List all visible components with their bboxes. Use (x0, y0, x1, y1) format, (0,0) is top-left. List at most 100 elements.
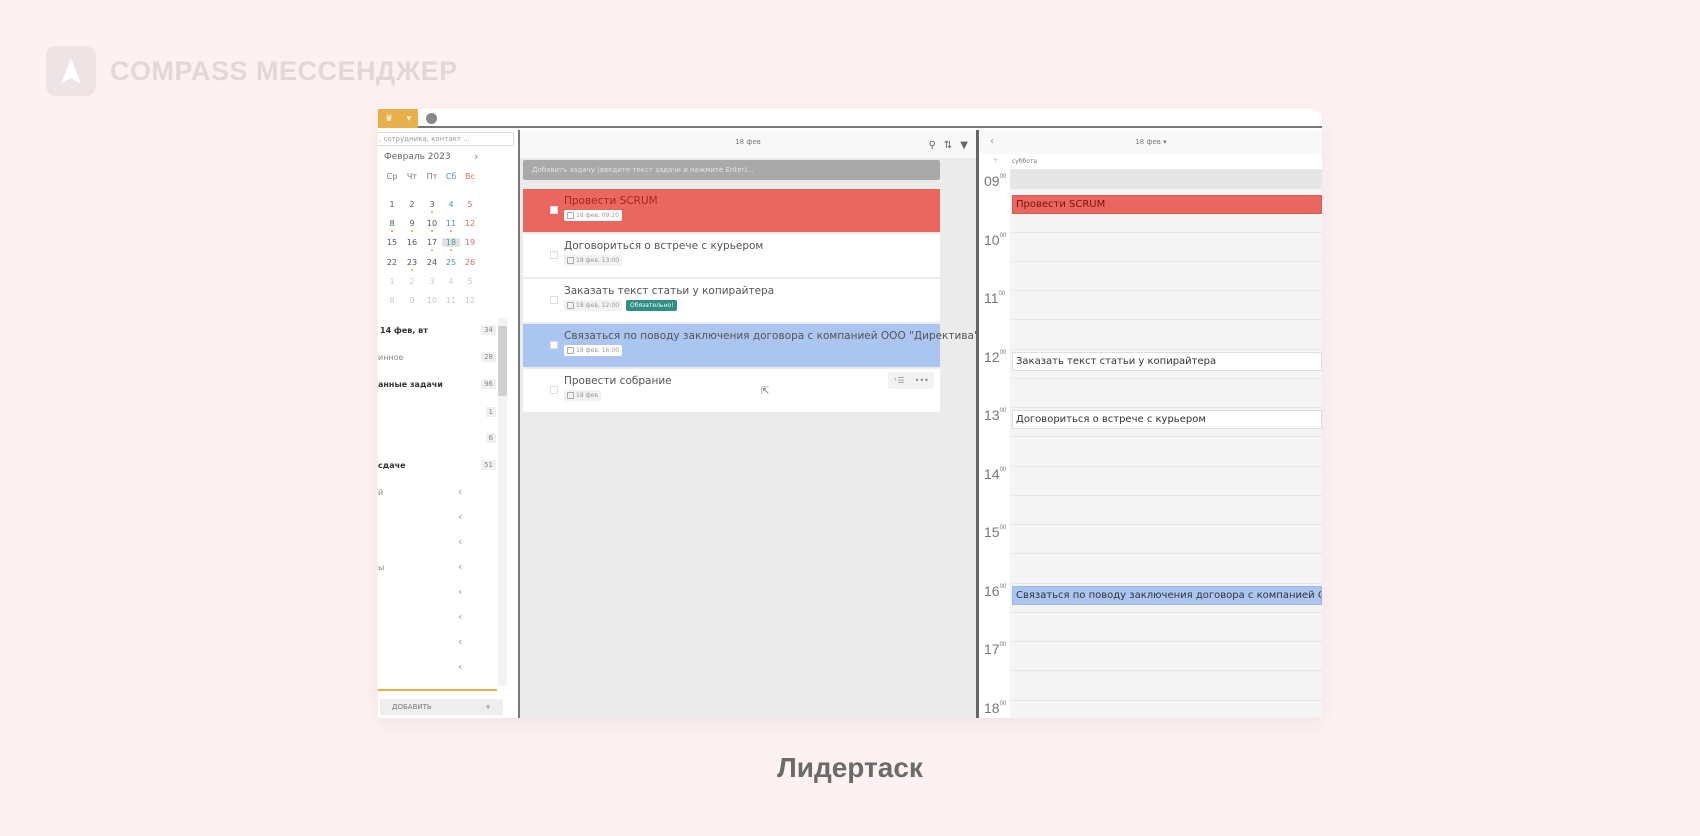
task-date[interactable]: 18 фев, 09:20 (564, 210, 623, 221)
globe-icon[interactable] (426, 113, 437, 124)
calendar-day[interactable]: 10 (423, 219, 441, 232)
calendar-day[interactable]: 4 (442, 277, 460, 286)
sidebar-group[interactable]: й ‹ (378, 485, 496, 501)
chevron-left-icon[interactable]: ‹ (458, 485, 462, 498)
calendar-day[interactable]: 5 (461, 277, 479, 286)
filter-icon[interactable]: ▼ (960, 134, 968, 158)
calendar-day[interactable]: 22 (383, 258, 401, 267)
task-row[interactable]: Заказать текст статьи у копирайтера 18 фе… (523, 279, 940, 322)
sidebar-item[interactable]: 6 (378, 431, 496, 447)
calendar-day[interactable]: 26 (461, 258, 479, 267)
task-actions[interactable]: ⁺☰ ••• (888, 372, 934, 389)
task-row[interactable]: Провести собрание 18 фев ⁺☰ ••• ⇱ (523, 369, 940, 412)
calendar-day[interactable]: 17 (423, 238, 441, 251)
more-icon[interactable]: ••• (915, 376, 929, 385)
task-badge: Обязательно! (626, 300, 678, 311)
task-checkbox[interactable] (550, 296, 558, 304)
sidebar-item[interactable]: 14 фев, вт 34 (378, 323, 496, 339)
calendar-day[interactable]: 11 (442, 296, 460, 305)
add-button[interactable]: ДОБАВИТЬ + (380, 699, 503, 715)
calendar-day[interactable]: 19 (461, 238, 479, 247)
chevron-left-icon[interactable]: ‹ (458, 635, 462, 648)
hour-value: 10 (984, 231, 1000, 248)
calendar-day[interactable]: 9 (403, 219, 421, 232)
scrollbar-thumb[interactable] (498, 326, 507, 396)
calendar-day[interactable]: 11 (442, 219, 460, 232)
account-menu-button[interactable]: ♛ ▾ (378, 109, 418, 128)
next-month-icon[interactable]: › (474, 150, 478, 163)
calendar-day[interactable]: 12 (461, 296, 479, 305)
sidebar-group[interactable]: ‹ (378, 635, 496, 651)
sidebar-item[interactable]: инное 28 (378, 350, 496, 366)
hour-minutes: 00 (999, 700, 1007, 707)
sidebar-item[interactable]: сдаче 51 (378, 458, 496, 474)
calendar-day[interactable]: 3 (423, 200, 441, 213)
calendar-day[interactable]: 3 (423, 277, 441, 286)
calendar-event[interactable]: Связаться по поводу заключения договора … (1012, 585, 1322, 605)
calendar-day[interactable]: 8 (383, 219, 401, 232)
calendar-day[interactable]: 1 (383, 200, 401, 209)
chevron-left-icon[interactable]: ‹ (458, 535, 462, 548)
task-row[interactable]: Договориться о встрече с курьером 18 фев,… (523, 234, 940, 277)
calendar-day[interactable]: 1 (383, 277, 401, 286)
add-task-input[interactable]: Добавить задачу (введите текст задачи и … (523, 160, 940, 180)
calendar-date-select[interactable]: 18 фев ▾ (1135, 138, 1166, 146)
calendar-event[interactable]: Провести SCRUM (1012, 195, 1322, 215)
calendar-day[interactable]: 12 (461, 219, 479, 228)
calendar-day[interactable]: 16 (403, 238, 421, 247)
calendar-day[interactable]: 15 (383, 238, 401, 247)
search-icon[interactable]: ⚲ (929, 134, 936, 158)
sidebar-item[interactable]: анные задачи 96 (378, 377, 496, 393)
calendar-day[interactable]: 2 (403, 277, 421, 286)
task-date-text: 18 фев, 12:00 (576, 302, 620, 309)
calendar-day[interactable]: 25 (442, 258, 460, 267)
task-checkbox[interactable] (550, 206, 558, 214)
sidebar-item[interactable]: 1 (378, 405, 496, 421)
sidebar-group[interactable]: ‹ (378, 535, 496, 551)
task-date[interactable]: 18 фев, 16:00 (564, 345, 623, 356)
task-checkbox[interactable] (550, 251, 558, 259)
sort-icon[interactable]: ⇅ (944, 134, 952, 158)
plus-icon: + (485, 703, 491, 711)
task-row[interactable]: Провести SCRUM 18 фев, 09:20 (523, 189, 940, 232)
sidebar-group[interactable]: ‹ (378, 610, 496, 626)
hour-minutes: 00 (999, 466, 1007, 473)
calendar-event[interactable]: Договориться о встрече с курьером (1012, 410, 1322, 429)
calendar-day[interactable]: 24 (423, 258, 441, 267)
task-date[interactable]: 18 фев, 13:00 (564, 255, 623, 266)
calendar-day[interactable]: 10 (423, 296, 441, 305)
sidebar-group[interactable]: ‹ (378, 510, 496, 526)
task-date[interactable]: 18 фев, 12:00 (564, 300, 623, 311)
hour-minutes: 00 (999, 349, 1007, 356)
calendar-day[interactable]: 9 (403, 296, 421, 305)
scrollbar[interactable] (498, 318, 507, 686)
chevron-left-icon[interactable]: ‹ (458, 560, 462, 573)
calendar-day[interactable]: 5 (461, 200, 479, 209)
task-checkbox[interactable] (550, 386, 558, 394)
chevron-left-icon[interactable]: ‹ (458, 585, 462, 598)
calendar-day[interactable]: 8 (383, 296, 401, 305)
task-row[interactable]: Связаться по поводу заключения договора … (523, 324, 979, 367)
calendar-day[interactable]: 4 (442, 200, 460, 209)
calendar-day[interactable]: 2 (403, 200, 421, 209)
sidebar-group-label: й (378, 488, 384, 497)
sidebar-group[interactable]: ы ‹ (378, 560, 496, 576)
task-checkbox[interactable] (550, 341, 558, 349)
hour-minutes: 00 (999, 232, 1007, 239)
calendar-day[interactable]: 18 (442, 238, 460, 251)
task-date[interactable]: 18 фев (564, 390, 601, 401)
prev-day-icon[interactable]: ‹ (990, 130, 994, 154)
sidebar-group[interactable]: ‹ (378, 585, 496, 601)
search-input[interactable]: , сотрудника, контакт ... (378, 132, 514, 146)
sidebar-group[interactable]: ‹ (378, 660, 496, 676)
weekday-label: Сб (445, 172, 457, 181)
chevron-left-icon[interactable]: ‹ (458, 660, 462, 673)
calendar-event[interactable]: Заказать текст статьи у копирайтера (1012, 351, 1322, 371)
subtask-icon[interactable]: ⁺☰ (893, 376, 904, 385)
chevron-left-icon[interactable]: ‹ (458, 510, 462, 523)
plus-icon[interactable]: + (993, 157, 998, 164)
chevron-left-icon[interactable]: ‹ (458, 610, 462, 623)
calendar-day[interactable]: 23 (403, 258, 421, 271)
hour-minutes: 00 (998, 291, 1006, 297)
hour-grid[interactable] (1010, 169, 1322, 718)
